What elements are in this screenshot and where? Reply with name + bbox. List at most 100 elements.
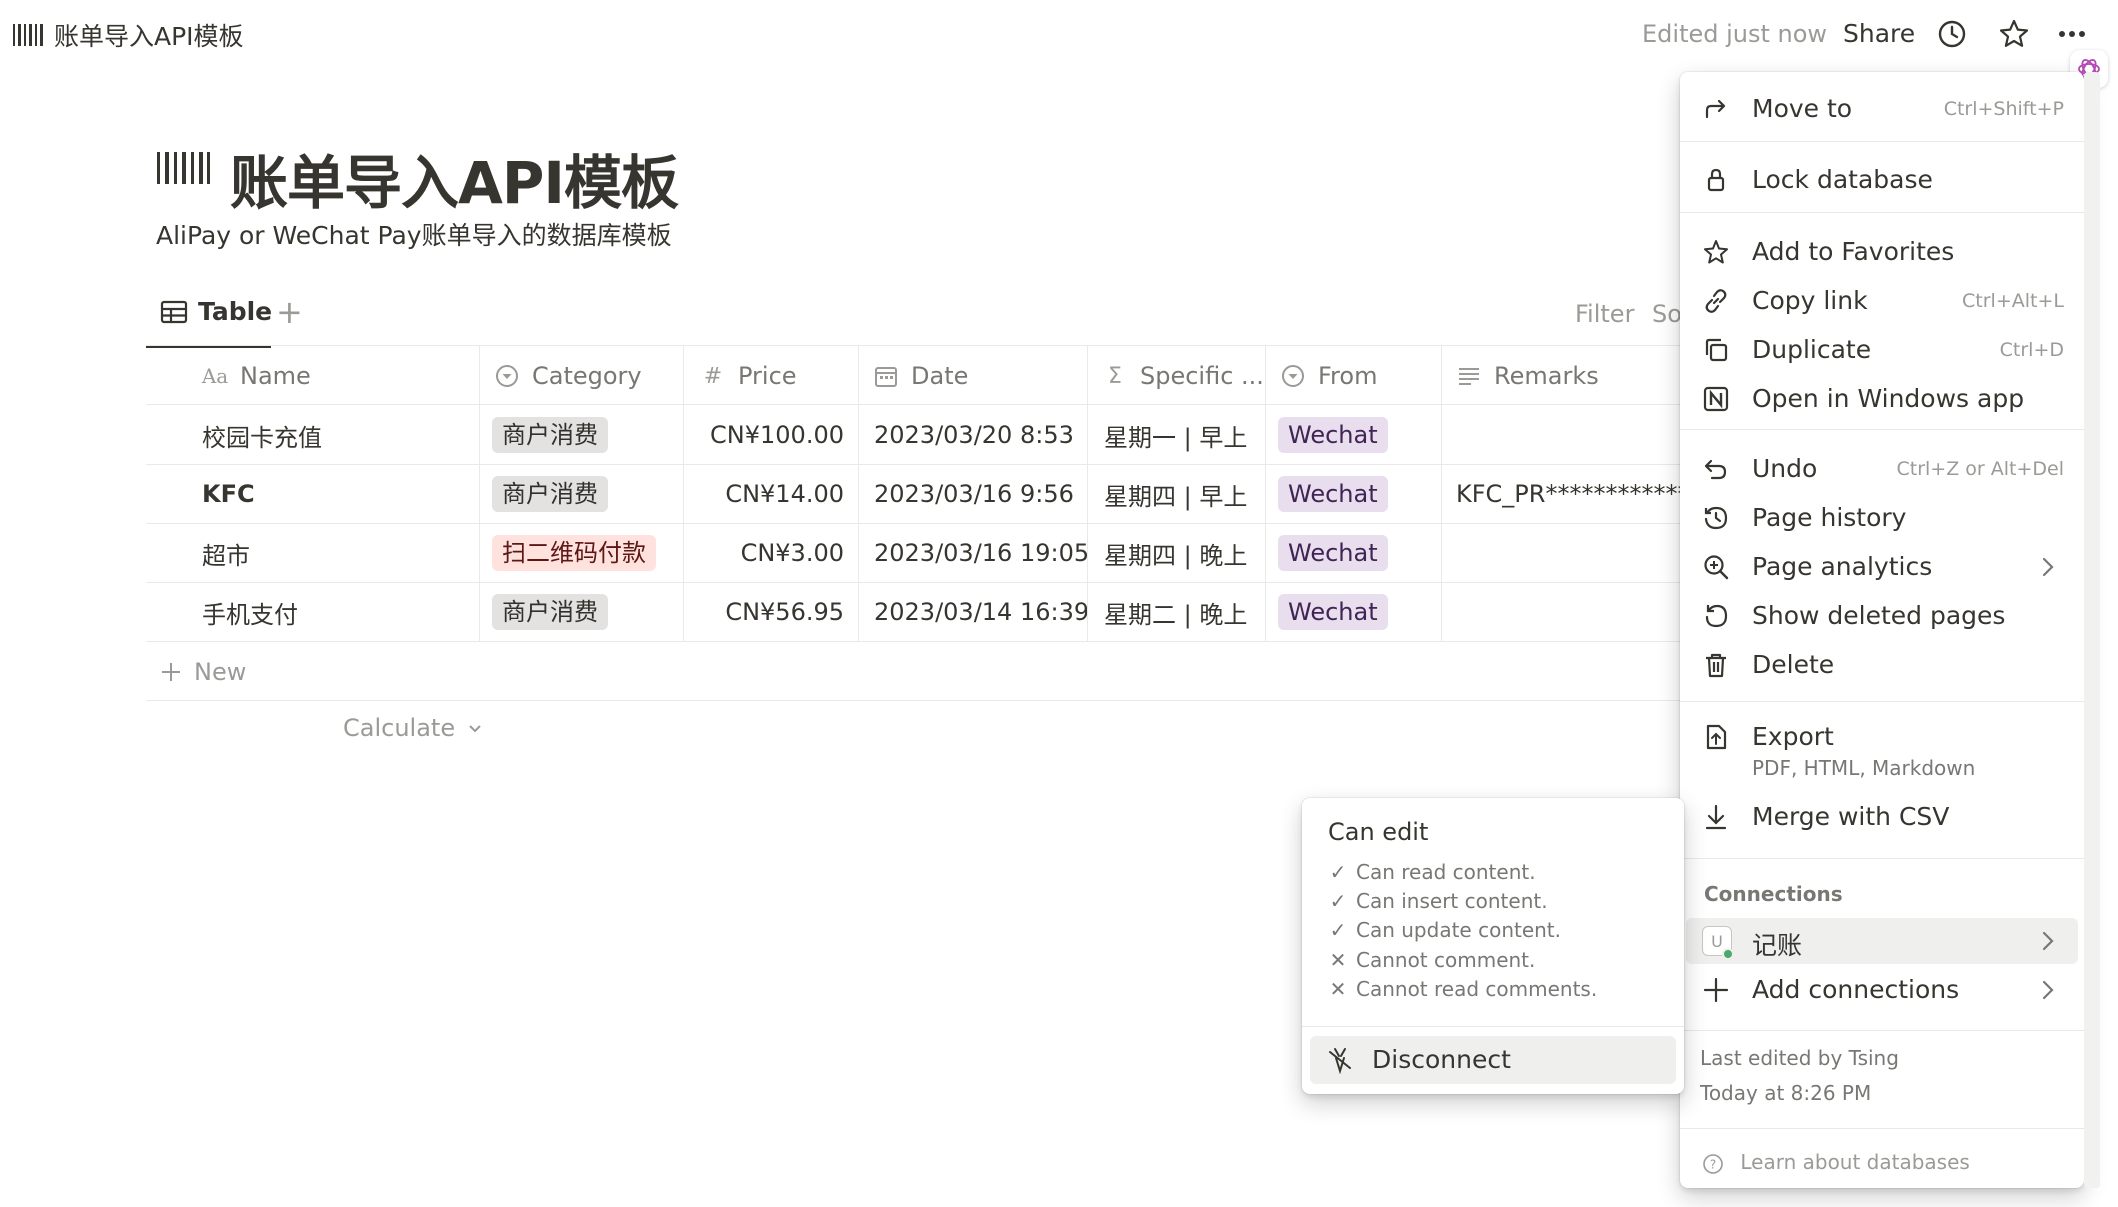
database-table: Aa Name Category # Price Date Σ Specific… (146, 345, 1680, 705)
arrow-turn-right-icon (1705, 99, 1726, 119)
connections-heading: Connections (1704, 882, 1843, 906)
column-header-date[interactable]: Date (859, 346, 1088, 406)
menu-scrollbar[interactable] (2084, 72, 2100, 1188)
table-icon (160, 300, 188, 324)
table-row[interactable]: 手机支付 商户消费 CN¥56.95 2023/03/14 16:39 星期二 … (146, 583, 1680, 642)
column-header-category[interactable]: Category (480, 346, 684, 406)
more-options-icon[interactable] (2054, 16, 2090, 52)
text-lines-icon (1459, 368, 1479, 385)
date-cell[interactable]: 2023/03/20 8:53 (859, 406, 1088, 464)
specific-cell[interactable]: 星期四 | 晚上 (1088, 524, 1266, 582)
disconnect-label: Disconnect (1372, 1045, 1511, 1074)
formula-property-icon: Σ (1108, 363, 1122, 389)
edited-status: Edited just now (1642, 20, 1828, 48)
column-header-from[interactable]: From (1266, 346, 1442, 406)
permission-item: ✕ Cannot comment. (1329, 948, 1536, 972)
remarks-cell[interactable]: KFC_PR************** (1442, 465, 1680, 523)
price-cell[interactable]: CN¥100.00 (684, 406, 859, 464)
favorite-star-icon[interactable] (1996, 16, 2032, 52)
menu-item-label: Copy link (1752, 286, 1868, 315)
add-view-button[interactable]: + (276, 296, 303, 328)
table-row[interactable]: 校园卡充值 商户消费 CN¥100.00 2023/03/20 8:53 星期一… (146, 406, 1680, 465)
name-cell[interactable]: 超市 (146, 524, 480, 582)
shortcut-hint: Ctrl+Alt+L (1962, 290, 2064, 312)
share-button[interactable]: Share (1843, 19, 1915, 48)
column-header-remarks[interactable]: Remarks (1442, 346, 1680, 406)
specific-cell[interactable]: 星期二 | 晚上 (1088, 583, 1266, 641)
page-title[interactable]: 账单导入API模板 (230, 136, 679, 220)
export-item[interactable]: Export PDF, HTML, Markdown (1686, 714, 2078, 784)
from-cell[interactable]: Wechat (1266, 465, 1442, 523)
merge-with-csv-item[interactable]: Merge with CSV (1686, 794, 2078, 840)
page-analytics-item[interactable]: Page analytics (1686, 544, 2078, 590)
from-tag: Wechat (1278, 594, 1388, 630)
remarks-cell[interactable] (1442, 583, 1680, 641)
specific-cell[interactable]: 星期四 | 早上 (1088, 465, 1266, 523)
plus-icon (1703, 977, 1729, 1003)
delete-item[interactable]: Delete (1686, 642, 2078, 688)
from-tag: Wechat (1278, 417, 1388, 453)
price-cell[interactable]: CN¥56.95 (684, 583, 859, 641)
open-in-windows-app-item[interactable]: Open in Windows app (1686, 376, 2078, 422)
help-circle-icon: ? (1703, 1153, 1723, 1174)
from-cell[interactable]: Wechat (1266, 524, 1442, 582)
new-row-button[interactable]: New (146, 645, 1680, 701)
learn-label: Learn about databases (1740, 1150, 1970, 1174)
specific-cell[interactable]: 星期一 | 早上 (1088, 406, 1266, 464)
undo-item[interactable]: Undo Ctrl+Z or Alt+Del (1686, 446, 2078, 492)
select-property-icon (1282, 365, 1304, 387)
add-connections-item[interactable]: Add connections (1686, 967, 2078, 1013)
cross-icon: ✕ (1329, 977, 1347, 1001)
text-property-icon: Aa (201, 364, 229, 388)
lock-database-item[interactable]: Lock database (1686, 157, 2078, 203)
filter-button[interactable]: Filter (1575, 300, 1634, 328)
shortcut-hint: Ctrl+Z or Alt+Del (1896, 458, 2064, 480)
add-to-favorites-item[interactable]: Add to Favorites (1686, 229, 2078, 275)
duplicate-item[interactable]: Duplicate Ctrl+D (1686, 327, 2078, 373)
menu-item-label: Page analytics (1752, 552, 1933, 581)
move-to-item[interactable]: Move to Ctrl+Shift+P (1686, 86, 2078, 132)
menu-item-label: Merge with CSV (1752, 802, 1950, 831)
top-bar: 账单导入API模板 Edited just now Share (0, 0, 2118, 70)
breadcrumb-page-title[interactable]: 账单导入API模板 (54, 17, 244, 53)
date-cell[interactable]: 2023/03/16 19:05 (859, 524, 1088, 582)
table-row[interactable]: 超市 扫二维码付款 CN¥3.00 2023/03/16 19:05 星期四 |… (146, 524, 1680, 583)
calculate-button[interactable]: Calculate (343, 714, 483, 742)
column-header-name[interactable]: Aa Name (146, 346, 480, 406)
column-header-price[interactable]: # Price (684, 346, 859, 406)
copy-link-item[interactable]: Copy link Ctrl+Alt+L (1686, 278, 2078, 324)
menu-divider (1680, 429, 2084, 430)
menu-divider (1680, 212, 2084, 213)
online-status-dot (1722, 948, 1734, 960)
page-history-item[interactable]: Page history (1686, 495, 2078, 541)
learn-about-databases-link[interactable]: ? Learn about databases (1702, 1150, 1970, 1175)
disconnect-button[interactable]: Disconnect (1310, 1036, 1676, 1084)
remarks-cell[interactable] (1442, 406, 1680, 464)
from-tag: Wechat (1278, 535, 1388, 571)
page-options-menu: Move to Ctrl+Shift+P Lock database Add t… (1680, 72, 2084, 1188)
remarks-cell[interactable] (1442, 524, 1680, 582)
from-cell[interactable]: Wechat (1266, 406, 1442, 464)
category-cell[interactable]: 扫二维码付款 (480, 524, 684, 582)
updates-clock-icon[interactable] (1934, 16, 1970, 52)
category-cell[interactable]: 商户消费 (480, 465, 684, 523)
chevron-right-icon (2042, 980, 2054, 1000)
price-cell[interactable]: CN¥14.00 (684, 465, 859, 523)
page-description[interactable]: AliPay or WeChat Pay账单导入的数据库模板 (156, 216, 672, 252)
category-cell[interactable]: 商户消费 (480, 406, 684, 464)
category-cell[interactable]: 商户消费 (480, 583, 684, 641)
column-header-specific[interactable]: Σ Specific ... (1088, 346, 1266, 406)
connection-item-jizhang[interactable]: U 记账 (1686, 918, 2078, 964)
date-cell[interactable]: 2023/03/16 9:56 (859, 465, 1088, 523)
price-cell[interactable]: CN¥3.00 (684, 524, 859, 582)
sort-button[interactable]: Sort (1652, 300, 1680, 328)
table-row[interactable]: KFC 商户消费 CN¥14.00 2023/03/16 9:56 星期四 | … (146, 465, 1680, 524)
from-cell[interactable]: Wechat (1266, 583, 1442, 641)
show-deleted-pages-item[interactable]: Show deleted pages (1686, 593, 2078, 639)
svg-text:?: ? (1710, 1157, 1716, 1171)
date-cell[interactable]: 2023/03/14 16:39 (859, 583, 1088, 641)
name-cell[interactable]: KFC (146, 465, 480, 523)
name-cell[interactable]: 手机支付 (146, 583, 480, 641)
name-cell[interactable]: 校园卡充值 (146, 406, 480, 464)
tab-table-view[interactable]: Table (146, 292, 272, 348)
